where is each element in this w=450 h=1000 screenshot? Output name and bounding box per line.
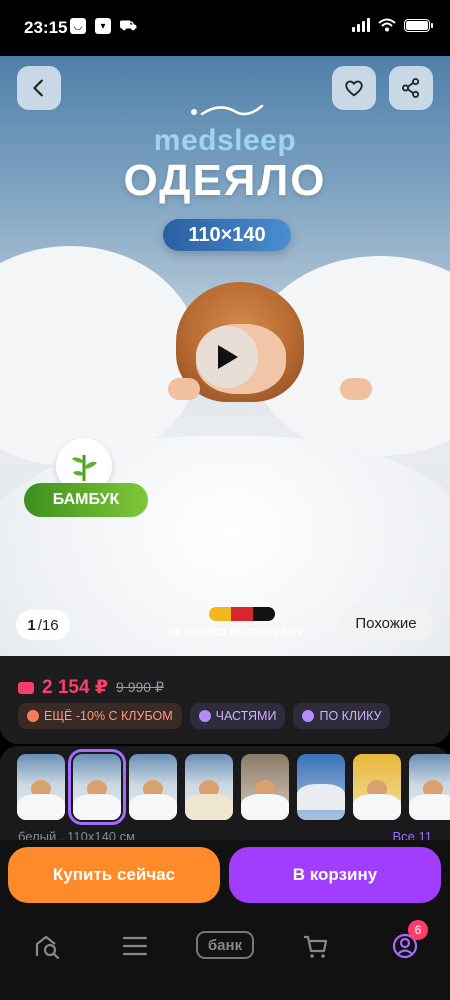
flag-stripe <box>209 607 231 621</box>
variant-thumbnail[interactable] <box>185 754 233 820</box>
wallet-icon <box>18 681 34 694</box>
size-badge: 110×140 <box>163 219 291 251</box>
installments-chip[interactable]: ЧАСТЯМИ <box>189 703 286 729</box>
variant-thumbnail-selected[interactable] <box>68 749 126 825</box>
flag-stripe <box>253 607 275 621</box>
price-row: 2 154 ₽ 9 990 ₽ <box>18 676 164 699</box>
add-to-cart-button[interactable]: В корзину <box>229 847 441 903</box>
logo-wave-icon <box>191 104 264 116</box>
product-type-title: ОДЕЯЛО <box>123 156 327 205</box>
brand-name: medsleep <box>153 124 297 157</box>
system-indicators <box>352 18 433 32</box>
promo-chips: ЕЩЁ -10% С КЛУБОМ ЧАСТЯМИ ПО КЛИКУ <box>18 703 391 729</box>
variant-thumbnail[interactable] <box>17 754 65 820</box>
play-icon <box>218 345 238 369</box>
germany-flag-icon <box>209 607 275 621</box>
flag-stripe <box>231 607 253 621</box>
variant-thumbnails-panel: белый , 110х140 см Все 11 <box>0 746 450 846</box>
variant-thumbnails <box>17 749 450 825</box>
wifi-icon <box>378 18 396 32</box>
home-search-icon <box>35 935 60 960</box>
tab-catalog[interactable] <box>118 929 152 963</box>
installments-icon <box>198 710 211 722</box>
shield-notification-icon: ▾ <box>95 18 111 34</box>
product-image-gallery[interactable]: medsleep ОДЕЯЛО 110×140 БАМБУК 1 /16 DES… <box>0 56 450 656</box>
club-discount-label: ЕЩЁ -10% С КЛУБОМ <box>44 709 173 723</box>
tab-bank[interactable]: банк <box>196 931 254 959</box>
status-time: 23:15 <box>24 18 68 37</box>
designed-in-germany-label: DESIGNED IN GERMANY <box>166 627 304 639</box>
one-click-icon <box>302 710 315 722</box>
status-bar: 23:15 ◡ ▾ ⛟ <box>0 0 450 56</box>
installments-label: ЧАСТЯМИ <box>215 709 277 723</box>
price-panel: 2 154 ₽ 9 990 ₽ ЕЩЁ -10% С КЛУБОМ ЧАСТЯМ… <box>0 656 450 744</box>
menu-icon <box>122 936 148 956</box>
signal-icon <box>352 18 370 32</box>
one-click-chip[interactable]: ПО КЛИКУ <box>293 703 391 729</box>
variant-thumbnail[interactable] <box>409 754 450 820</box>
brand-logo: medsleep <box>0 100 450 158</box>
app-notification-icon: ◡ <box>70 18 86 34</box>
old-price: 9 990 ₽ <box>116 679 164 695</box>
variant-thumbnail[interactable] <box>353 754 401 820</box>
buy-now-button[interactable]: Купить сейчас <box>8 847 220 903</box>
action-bar: Купить сейчас В корзину <box>0 840 450 912</box>
variant-thumbnail[interactable] <box>297 754 345 820</box>
bamboo-leaf-icon <box>72 455 97 481</box>
child-hand-right <box>340 378 372 400</box>
tab-cart[interactable] <box>298 929 332 963</box>
club-discount-chip[interactable]: ЕЩЁ -10% С КЛУБОМ <box>18 703 182 729</box>
cart-icon <box>304 935 328 958</box>
chevron-left-icon <box>33 79 43 97</box>
club-icon <box>27 710 39 722</box>
variant-thumbnail[interactable] <box>129 754 177 820</box>
tab-home[interactable] <box>30 929 64 963</box>
bamboo-label: БАМБУК <box>24 483 148 517</box>
image-counter: 1 /16 <box>16 610 70 640</box>
image-counter-current: 1 <box>27 616 36 634</box>
profile-badge: 6 <box>408 920 428 940</box>
similar-button[interactable]: Похожие <box>339 606 433 640</box>
play-video-button[interactable] <box>196 326 258 388</box>
child-hand-left <box>168 378 200 400</box>
car-notification-icon: ⛟ <box>119 16 137 33</box>
battery-icon <box>404 18 433 32</box>
image-counter-total: /16 <box>37 616 59 634</box>
heart-icon <box>345 80 363 97</box>
current-price: 2 154 ₽ <box>42 677 109 698</box>
bottom-tab-bar: банк 6 <box>0 912 450 1000</box>
one-click-label: ПО КЛИКУ <box>319 709 382 723</box>
share-icon <box>402 78 420 98</box>
notification-icons: ◡ ▾ ⛟ <box>70 16 137 34</box>
pillow-left <box>0 246 200 466</box>
variant-thumbnail[interactable] <box>241 754 289 820</box>
